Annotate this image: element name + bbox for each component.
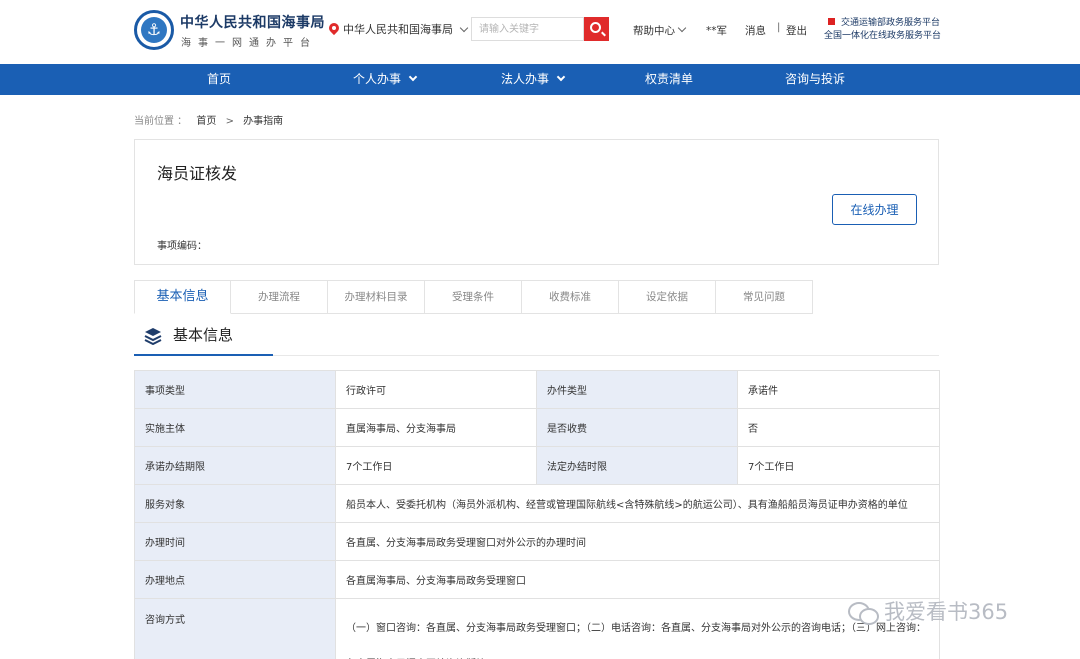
location-selector[interactable]: 中华人民共和国海事局 — [329, 21, 469, 37]
section-heading: 基本信息 — [134, 320, 273, 356]
brand-title[interactable]: 中华人民共和国海事局 — [180, 12, 325, 32]
help-center-label: 帮助中心 — [633, 25, 675, 37]
tab-materials[interactable]: 办理材料目录 — [328, 280, 425, 314]
table-row: 办理时间 各直属、分支海事局政务受理窗口对外公示的办理时间 — [134, 522, 940, 561]
nav-item-label: 首页 — [207, 72, 232, 86]
item-code-label: 事项编码： — [157, 241, 207, 252]
chevron-down-icon — [408, 72, 418, 82]
red-square-icon — [828, 18, 835, 25]
tab-conditions[interactable]: 受理条件 — [425, 280, 522, 314]
platform-line-1: 交通运输部政务服务平台 — [841, 18, 941, 28]
table-key: 服务对象 — [134, 484, 336, 523]
site-header: 中华人民共和国海事局 海事一网通办平台 中华人民共和国海事局 帮助中心 **军 … — [0, 0, 1080, 64]
table-key: 办理时间 — [134, 522, 336, 561]
breadcrumb: 当前位置 ： 首页 > 办事指南 — [134, 112, 283, 127]
tab-fees[interactable]: 收费标准 — [522, 280, 619, 314]
chevron-down-icon — [556, 72, 566, 82]
table-value: 船员本人、受委托机构（海员外派机构、经营或管理国际航线<含特殊航线>的航运公司）… — [335, 484, 940, 523]
chevron-down-icon — [459, 23, 469, 32]
service-card: 海员证核发 事项编码： 在线办理 — [134, 139, 939, 265]
search-button[interactable] — [584, 17, 609, 41]
watermark-text: 我爱看书365 — [884, 600, 1009, 624]
breadcrumb-home[interactable]: 首页 — [196, 116, 216, 127]
tab-process[interactable]: 办理流程 — [231, 280, 328, 314]
platform-line-2: 全国一体化在线政务服务平台 — [824, 31, 942, 41]
location-pin-icon — [329, 23, 339, 36]
table-row: 办理地点 各直属海事局、分支海事局政务受理窗口 — [134, 560, 940, 599]
tab-faq[interactable]: 常见问题 — [716, 280, 813, 314]
table-value: 各直属、分支海事局政务受理窗口对外公示的办理时间 — [335, 522, 940, 561]
watermark: 我爱看书365 — [848, 596, 1008, 626]
brand-subtitle: 海事一网通办平台 — [181, 38, 317, 49]
search-input[interactable] — [471, 17, 584, 41]
maritime-logo-icon[interactable] — [134, 10, 174, 50]
user-name[interactable]: **军 — [706, 23, 727, 38]
basic-info-table: 事项类型 行政许可 办件类型 承诺件 实施主体 直属海事局、分支海事局 是否收费… — [134, 370, 940, 659]
nav-item-personal[interactable]: 个人办事 — [353, 64, 418, 95]
table-value: 行政许可 — [335, 370, 537, 409]
table-key: 实施主体 — [134, 408, 336, 447]
nav-item-label: 咨询与投诉 — [785, 72, 846, 86]
nav-item-label: 法人办事 — [501, 72, 550, 86]
help-center-menu[interactable]: 帮助中心 — [633, 23, 687, 38]
chevron-down-icon — [677, 23, 687, 33]
table-key: 办理地点 — [134, 560, 336, 599]
nav-item-consult[interactable]: 咨询与投诉 — [785, 64, 845, 95]
breadcrumb-prefix: 当前位置 ： — [134, 116, 188, 127]
nav-item-label: 权责清单 — [645, 72, 694, 86]
nav-item-powers-list[interactable]: 权责清单 — [645, 64, 693, 95]
table-row: 事项类型 行政许可 办件类型 承诺件 — [134, 370, 940, 409]
table-value: 否 — [737, 408, 940, 447]
online-apply-button[interactable]: 在线办理 — [832, 194, 917, 225]
table-value: 承诺件 — [737, 370, 940, 409]
table-key: 承诺办结期限 — [134, 446, 336, 485]
table-key: 咨询方式 — [134, 598, 336, 659]
table-value: 直属海事局、分支海事局 — [335, 408, 537, 447]
table-value: 7个工作日 — [335, 446, 537, 485]
table-key: 法定办结时限 — [536, 446, 738, 485]
tab-legal-basis[interactable]: 设定依据 — [619, 280, 716, 314]
tab-basic-info[interactable]: 基本信息 — [134, 280, 231, 314]
table-key: 事项类型 — [134, 370, 336, 409]
section-title: 基本信息 — [173, 326, 234, 344]
logout-link[interactable]: 登出 — [786, 23, 807, 38]
messages-link[interactable]: 消息 — [745, 23, 766, 38]
wechat-icon — [848, 600, 879, 625]
table-value: 7个工作日 — [737, 446, 940, 485]
page-title: 海员证核发 — [157, 164, 238, 183]
breadcrumb-arrow: > — [225, 116, 234, 127]
tab-bar: 基本信息 办理流程 办理材料目录 受理条件 收费标准 设定依据 常见问题 — [134, 280, 813, 314]
table-key: 办件类型 — [536, 370, 738, 409]
table-key: 是否收费 — [536, 408, 738, 447]
header-separator: | — [777, 22, 781, 33]
nav-item-label: 个人办事 — [353, 72, 402, 86]
table-row: 服务对象 船员本人、受委托机构（海员外派机构、经营或管理国际航线<含特殊航线>的… — [134, 484, 940, 523]
main-nav: 首页 个人办事 法人办事 权责清单 咨询与投诉 — [0, 64, 1080, 95]
location-label: 中华人民共和国海事局 — [343, 23, 453, 36]
table-row: 实施主体 直属海事局、分支海事局 是否收费 否 — [134, 408, 940, 447]
breadcrumb-current: 办事指南 — [243, 116, 284, 127]
nav-item-corporate[interactable]: 法人办事 — [501, 64, 566, 95]
layers-icon — [144, 328, 162, 345]
nav-item-home[interactable]: 首页 — [207, 64, 231, 95]
table-value: 各直属海事局、分支海事局政务受理窗口 — [335, 560, 940, 599]
platform-links[interactable]: 交通运输部政务服务平台 全国一体化在线政务服务平台 — [824, 17, 941, 43]
table-row: 承诺办结期限 7个工作日 法定办结时限 7个工作日 — [134, 446, 940, 485]
table-row: 咨询方式 （一）窗口咨询：各直属、分支海事局政务受理窗口；（二）电话咨询：各直属… — [134, 598, 940, 659]
search-icon — [590, 22, 601, 33]
